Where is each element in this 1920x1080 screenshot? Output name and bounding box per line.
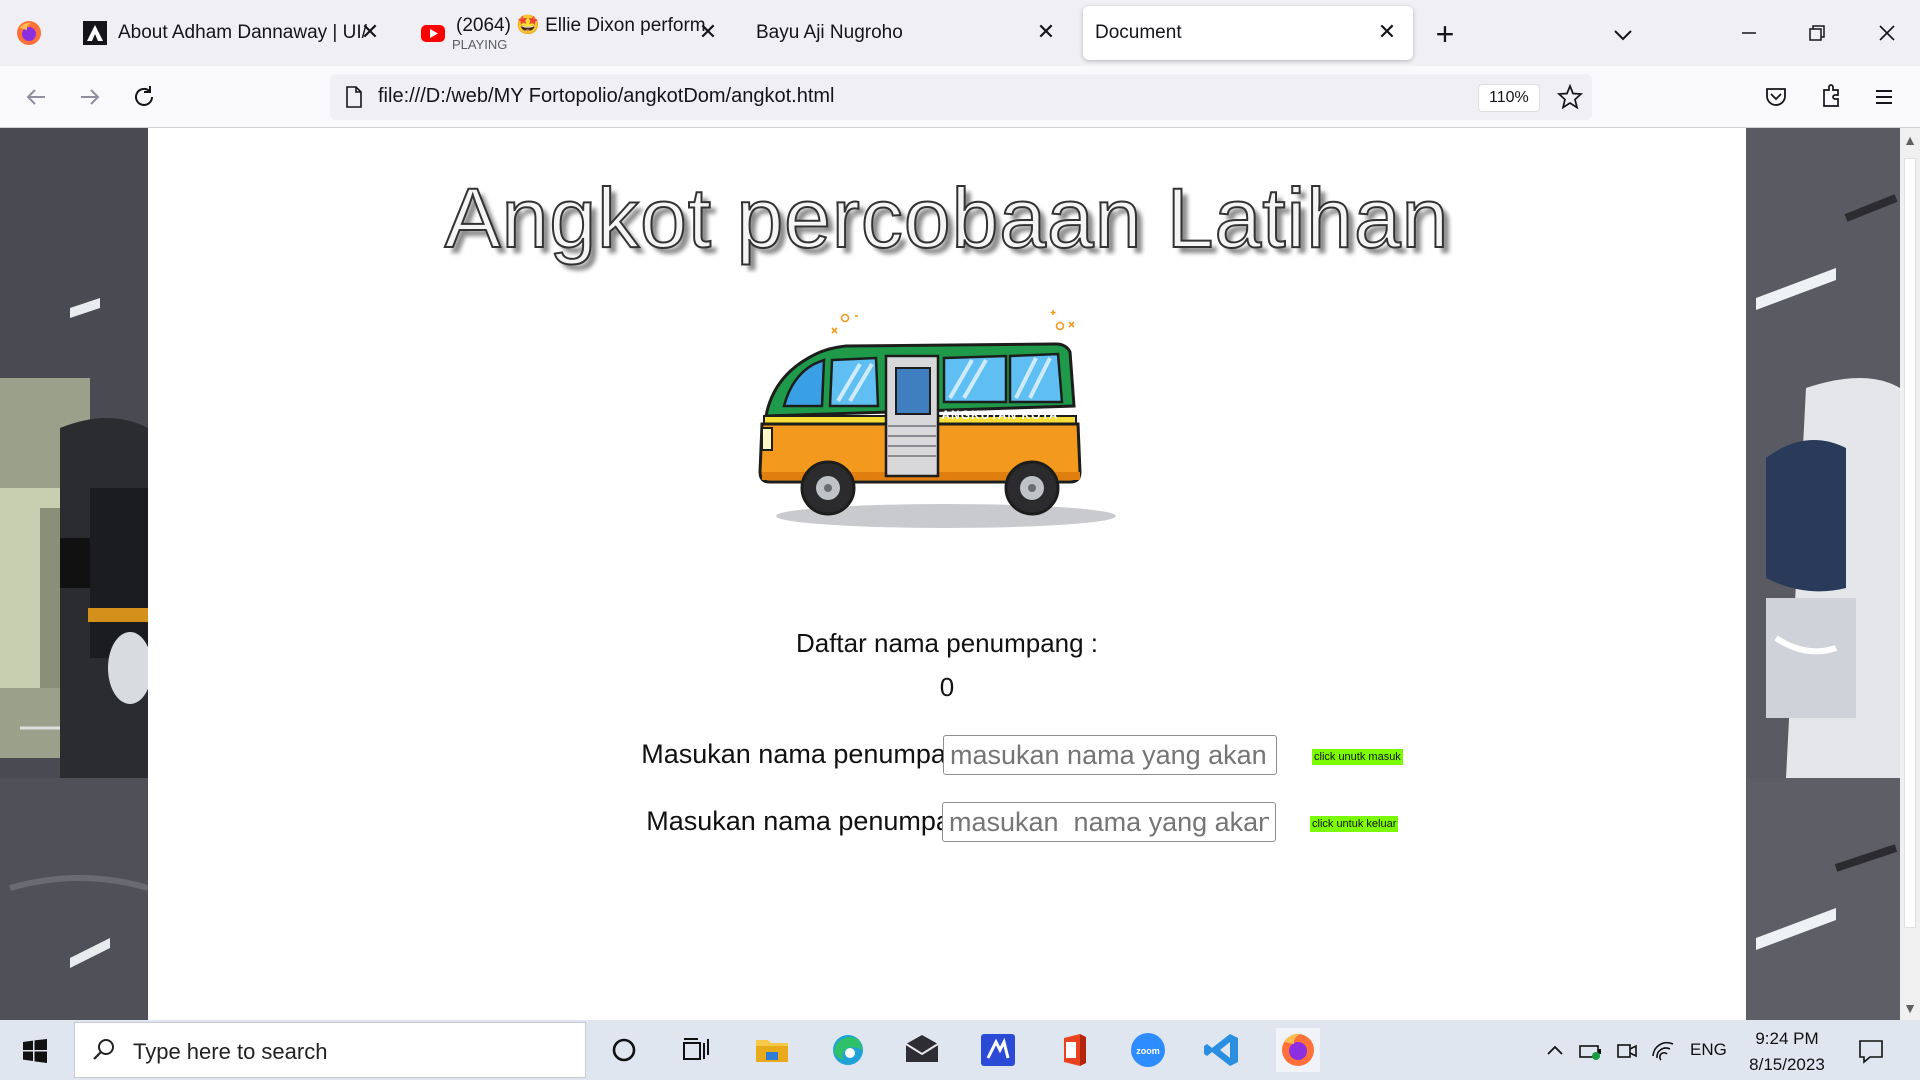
svg-text:zoom: zoom (1136, 1046, 1160, 1056)
page-content: Angkot percobaan Latihan ANGKUTAN KOTA D… (148, 128, 1746, 1020)
chevron-down-icon[interactable] (1610, 22, 1636, 48)
background-photo-left (0, 128, 148, 1020)
row-keluar: Masukan nama penumpang keluar : click un… (148, 802, 1746, 842)
edge-browser-icon[interactable] (826, 1028, 870, 1072)
office-icon[interactable] (1052, 1028, 1096, 1072)
bookmark-star-icon[interactable] (1556, 83, 1584, 111)
background-photo-right (1746, 128, 1900, 1020)
bus-terminal-photo (1746, 128, 1900, 1020)
chevron-up-icon[interactable] (1542, 1038, 1568, 1064)
angkot-bus-image: ANGKUTAN KOTA (758, 310, 1116, 528)
tab-adham[interactable]: About Adham Dannaway | UI/U ✕ (66, 6, 396, 60)
bus-terminal-photo (0, 128, 148, 1020)
tab-title: Bayu Aji Nugroho (756, 22, 903, 43)
clock-time: 9:24 PM (1755, 1029, 1819, 1048)
page-viewport: Angkot percobaan Latihan ANGKUTAN KOTA D… (0, 128, 1920, 1020)
close-tab-icon[interactable]: ✕ (696, 20, 720, 44)
navigation-bar: file:///D:/web/MY Fortopolio/angkotDom/a… (0, 66, 1920, 128)
close-tab-icon[interactable]: ✕ (1375, 20, 1399, 44)
restore-icon[interactable] (1802, 18, 1832, 48)
reload-icon[interactable] (128, 81, 160, 113)
adham-logo-icon (83, 21, 107, 45)
vertical-scrollbar[interactable]: ▲ ▼ (1900, 128, 1920, 1020)
search-placeholder: Type here to search (133, 1039, 328, 1064)
firefox-taskbar-icon[interactable] (1276, 1028, 1320, 1072)
forward-arrow-icon[interactable] (74, 81, 106, 113)
new-tab-button[interactable]: + (1430, 18, 1460, 50)
masuk-button[interactable]: click unutk masuk (1312, 749, 1403, 765)
tab-title: (2064) 🤩 Ellie Dixon performs (456, 15, 706, 36)
language-indicator[interactable]: ENG (1690, 1040, 1727, 1060)
pocket-icon[interactable] (1760, 81, 1792, 113)
tab-bayu[interactable]: Bayu Aji Nugroho ✕ (742, 6, 1072, 60)
battery-icon[interactable] (1578, 1038, 1604, 1064)
ms-app-icon[interactable] (976, 1028, 1020, 1072)
hamburger-menu-icon[interactable] (1868, 81, 1900, 113)
taskbar-clock[interactable]: 9:24 PM 8/15/2023 (1742, 1026, 1832, 1078)
search-icon (93, 1039, 114, 1060)
minimize-icon[interactable] (1734, 18, 1764, 48)
scrollbar-thumb[interactable] (1904, 158, 1916, 928)
bus-sign-text: ANGKUTAN KOTA (941, 408, 1058, 422)
youtube-icon (421, 25, 445, 42)
keluar-input[interactable] (942, 802, 1276, 842)
tab-title: About Adham Dannaway | UI/U (118, 22, 368, 43)
passenger-list-label: Daftar nama penumpang : (795, 628, 1099, 658)
file-explorer-icon[interactable] (750, 1028, 794, 1072)
zoom-icon[interactable]: zoom (1126, 1028, 1170, 1072)
passenger-list-count: 0 (939, 672, 955, 702)
back-arrow-icon[interactable] (20, 81, 52, 113)
tab-strip: About Adham Dannaway | UI/U ✕ (2064) 🤩 E… (0, 0, 1920, 66)
close-window-icon[interactable] (1872, 18, 1902, 48)
tab-youtube[interactable]: (2064) 🤩 Ellie Dixon performs PLAYING ✕ (404, 6, 734, 60)
taskbar-search-box[interactable]: Type here to search (74, 1022, 586, 1078)
address-bar[interactable]: file:///D:/web/MY Fortopolio/angkotDom/a… (330, 74, 1592, 120)
clock-date: 8/15/2023 (1749, 1055, 1825, 1074)
file-page-icon (346, 86, 362, 108)
row-masuk: Masukan nama penumpang masuk : click unu… (148, 735, 1746, 775)
extensions-icon[interactable] (1815, 81, 1847, 113)
task-view-icon[interactable] (674, 1028, 718, 1072)
keluar-button[interactable]: click untuk keluar (1310, 816, 1399, 832)
page-title: Angkot percobaan Latihan (444, 170, 1450, 266)
cortana-icon[interactable] (602, 1028, 646, 1072)
masuk-input[interactable] (943, 735, 1277, 775)
windows-taskbar: Type here to search zoom ENG 9:24 PM 8/1… (0, 1020, 1920, 1080)
close-tab-icon[interactable]: ✕ (1034, 20, 1058, 44)
scroll-up-icon[interactable]: ▲ (1902, 132, 1918, 148)
firefox-menu-icon[interactable] (16, 20, 42, 46)
tab-document[interactable]: Document ✕ (1083, 6, 1413, 60)
mail-icon[interactable] (900, 1028, 944, 1072)
wifi-icon[interactable] (1650, 1038, 1676, 1064)
zoom-level-button[interactable]: 110% (1478, 84, 1540, 112)
angkot-illustration: ANGKUTAN KOTA (736, 276, 1156, 626)
url-text[interactable]: file:///D:/web/MY Fortopolio/angkotDom/a… (378, 85, 835, 108)
meet-now-icon[interactable] (1614, 1038, 1640, 1064)
tab-playing-label: PLAYING (452, 37, 508, 52)
vscode-icon[interactable] (1200, 1028, 1244, 1072)
tab-title: Document (1095, 22, 1182, 43)
notification-icon[interactable] (1856, 1036, 1886, 1066)
scroll-down-icon[interactable]: ▼ (1902, 1000, 1918, 1016)
close-tab-icon[interactable]: ✕ (358, 20, 382, 44)
windows-start-icon[interactable] (22, 1038, 48, 1064)
